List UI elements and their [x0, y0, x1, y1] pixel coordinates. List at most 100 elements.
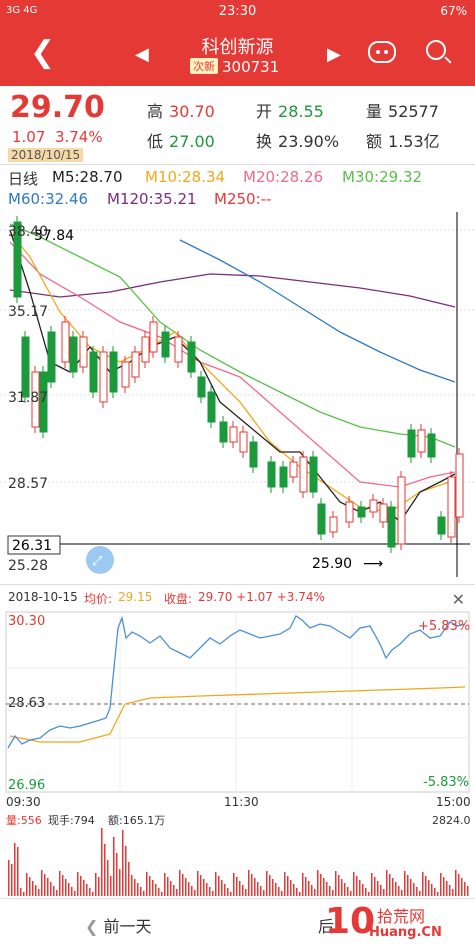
candle	[437, 516, 446, 535]
intraday-chart[interactable]: 30.30 28.63 26.96 +5.83% -5.83% 09:30 11…	[0, 608, 475, 898]
volume-bar	[191, 886, 193, 896]
amount-value: 1.53亿	[388, 132, 440, 151]
period-tab[interactable]: 日线	[8, 168, 38, 189]
volume-bar	[335, 871, 337, 896]
volume-bar	[101, 828, 103, 896]
volume-bar	[227, 888, 229, 896]
volume-bar	[245, 889, 247, 896]
volume-bar	[434, 888, 436, 896]
volume-bar	[305, 877, 307, 896]
stock-code: 300731	[222, 58, 280, 76]
candle	[229, 426, 238, 443]
volume-bar	[179, 870, 181, 896]
y-label-3: 31.87	[8, 390, 48, 406]
candle	[131, 351, 140, 378]
robot-assistant-icon[interactable]	[368, 41, 396, 63]
volume-bar	[83, 880, 85, 896]
volume-bar	[122, 830, 124, 896]
hand-label: 现手:794	[48, 813, 95, 827]
volume-bar	[131, 875, 133, 896]
volume-bar	[11, 864, 13, 896]
close-value: 29.70 +1.07 +3.74%	[198, 590, 325, 604]
volume-bar	[38, 889, 40, 896]
volume-bar	[392, 878, 394, 896]
bottom-price: 26.96	[8, 778, 45, 793]
candle	[79, 336, 88, 368]
low-field: 低 27.00	[147, 128, 215, 152]
open-field: 开 28.55	[256, 98, 324, 122]
bottom-pct: -5.83%	[423, 775, 469, 790]
volume-bar	[440, 873, 442, 896]
volume-bar	[203, 879, 205, 896]
candle	[357, 506, 366, 518]
close-icon[interactable]: ✕	[452, 590, 465, 609]
intraday-header: 2018-10-15 均价: 29.15 收盘: 29.70 +1.07 +3.…	[0, 584, 475, 609]
volume-bar	[317, 870, 319, 896]
volume-bar	[149, 876, 151, 896]
volume-bar	[137, 883, 139, 896]
ma30-legend: M30:29.32	[342, 168, 423, 186]
volume-bar	[95, 873, 97, 896]
kline-chart[interactable]: 38.40 37.84 35.17 31.87 28.57 25.28 25.9…	[0, 212, 475, 577]
volume-bar	[29, 877, 31, 896]
volume-bar	[389, 874, 391, 896]
mid-price: 28.63	[8, 696, 45, 711]
vol-amount-label: 额:165.1万	[108, 814, 165, 827]
candle	[249, 441, 258, 468]
volume-bar	[242, 885, 244, 896]
volume-bar	[50, 882, 52, 896]
volume-bar	[218, 876, 220, 896]
prev-day-button[interactable]: ❮ 前一天	[85, 913, 152, 937]
ma120-line	[9, 273, 456, 308]
volume-bar	[326, 882, 328, 896]
volume-bar	[281, 891, 283, 896]
volume-bar	[116, 853, 118, 896]
candles	[13, 216, 464, 553]
turnover-field: 换 23.90%	[256, 128, 339, 152]
ma60-legend: M60:32.46	[8, 190, 89, 208]
amount-field: 额 1.53亿	[366, 128, 440, 152]
volume-bar	[269, 875, 271, 896]
volume-bar	[86, 884, 88, 896]
quote-date: 2018/10/15	[8, 148, 84, 162]
candle	[239, 431, 248, 453]
expand-icon: ⤢	[92, 554, 102, 569]
vol-label: 量:556	[6, 814, 42, 827]
volume-bar	[215, 872, 217, 896]
watermark-number: 10	[325, 901, 376, 942]
next-stock-icon[interactable]: ▶	[327, 44, 341, 65]
volume-bar	[62, 875, 64, 896]
volume-bar	[266, 871, 268, 896]
high-field: 高 30.70	[147, 98, 215, 122]
candle	[329, 516, 338, 533]
low-arrow: ⟶	[363, 556, 383, 572]
volume-bar	[47, 878, 49, 896]
volume-bar	[452, 889, 454, 896]
status-bar: 3G 4G 23:30 67%	[0, 0, 475, 24]
volume-bar	[134, 879, 136, 896]
ma5-line	[9, 229, 456, 524]
last-price: 29.70	[10, 90, 105, 125]
search-icon[interactable]	[426, 40, 446, 60]
volume-bar	[284, 872, 286, 896]
volume-bar	[200, 875, 202, 896]
volume-bar	[71, 887, 73, 896]
volume-bar	[341, 879, 343, 896]
candle	[299, 456, 308, 493]
candle	[89, 351, 98, 393]
volume-bar	[416, 887, 418, 896]
candle	[121, 361, 130, 388]
volume-bar	[368, 892, 370, 896]
new-stock-badge: 次新	[190, 58, 218, 74]
volume-bar	[107, 860, 109, 896]
volume-bar	[56, 890, 58, 896]
volume-bar	[110, 876, 112, 896]
volume-bar	[338, 875, 340, 896]
top-price: 30.30	[8, 614, 45, 629]
volume-bar	[113, 837, 115, 896]
volume-bar	[32, 881, 34, 896]
candle	[417, 429, 426, 453]
volume-bar	[410, 879, 412, 896]
volume-bar	[428, 880, 430, 896]
volume-bar	[80, 876, 82, 896]
